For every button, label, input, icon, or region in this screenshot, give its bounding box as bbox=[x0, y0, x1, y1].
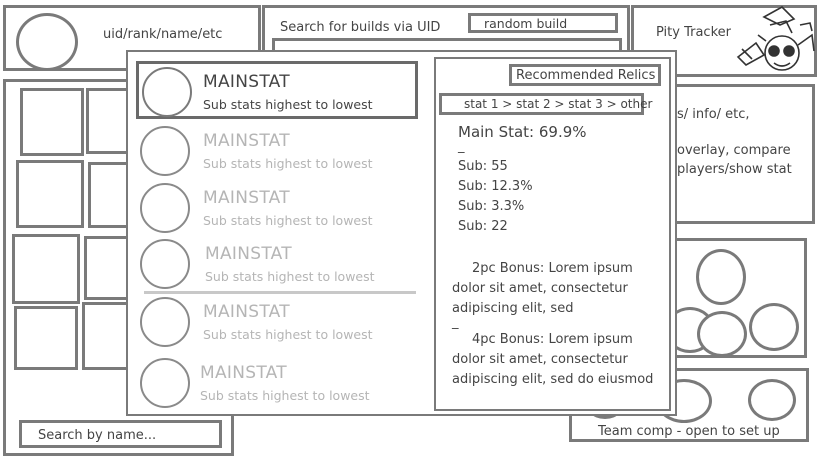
set-bonus-separator: _ bbox=[452, 315, 459, 330]
random-build-label: random build bbox=[484, 16, 568, 31]
relic-slot-2[interactable]: MAINSTAT Sub stats highest to lowest bbox=[136, 122, 416, 178]
recommended-relics-header: Recommended Relics bbox=[509, 64, 661, 86]
relic-mainstat: MAINSTAT bbox=[203, 131, 290, 151]
uid-search-label: Search for builds via UID bbox=[280, 20, 441, 35]
character-info-panel: s/ info/ etc, overlay, compare players/s… bbox=[660, 84, 815, 224]
mascot-doodle-icon bbox=[736, 6, 815, 71]
set-bonus-4pc: 4pc Bonus: Lorem ipsum dolor sit amet, c… bbox=[452, 332, 654, 387]
set-bonus-2pc: 2pc Bonus: Lorem ipsum dolor sit amet, c… bbox=[452, 261, 633, 316]
relic-overlay: MAINSTAT Sub stats highest to lowest MAI… bbox=[126, 50, 677, 416]
random-build-button[interactable]: random build bbox=[468, 13, 618, 33]
character-slot[interactable] bbox=[20, 88, 84, 156]
avatar[interactable] bbox=[16, 13, 78, 71]
relic-slot-1[interactable]: MAINSTAT Sub stats highest to lowest bbox=[136, 61, 418, 119]
relic-slot-6[interactable]: MAINSTAT Sub stats highest to lowest bbox=[136, 354, 416, 410]
relic-circle[interactable] bbox=[749, 303, 799, 351]
main-stat-value: Main Stat: 69.9% bbox=[458, 123, 587, 141]
relic-substats: Sub stats highest to lowest bbox=[203, 213, 373, 228]
pity-tracker-label: Pity Tracker bbox=[656, 25, 731, 40]
info-line-2: overlay, compare bbox=[677, 143, 791, 158]
relic-icon bbox=[140, 183, 190, 233]
relic-substats: Sub stats highest to lowest bbox=[203, 156, 373, 171]
sub-stat-2: Sub: 12.3% bbox=[458, 179, 533, 194]
relic-substats: Sub stats highest to lowest bbox=[205, 269, 375, 284]
relic-circles-panel bbox=[665, 238, 807, 358]
relic-icon bbox=[140, 239, 190, 289]
name-search-input[interactable]: Search by name... bbox=[19, 420, 222, 448]
relic-mainstat: MAINSTAT bbox=[200, 363, 287, 383]
relic-mainstat: MAINSTAT bbox=[203, 302, 290, 322]
relic-substats: Sub stats highest to lowest bbox=[203, 327, 373, 342]
character-slot[interactable] bbox=[14, 306, 78, 370]
relic-icon bbox=[140, 358, 190, 408]
relic-circle[interactable] bbox=[696, 249, 746, 305]
info-line-3: players/show stat bbox=[677, 162, 792, 177]
team-comp-label: Team comp - open to set up bbox=[598, 424, 780, 439]
stat-priority-bar: stat 1 > stat 2 > stat 3 > other bbox=[439, 93, 652, 115]
profile-info-text: uid/rank/name/etc bbox=[103, 27, 223, 42]
main-stat-separator: _ bbox=[458, 139, 465, 154]
relic-circle[interactable] bbox=[697, 311, 747, 357]
stat-priority-text: stat 1 > stat 2 > stat 3 > other bbox=[464, 97, 653, 111]
character-slot[interactable] bbox=[12, 234, 80, 304]
team-member-circle[interactable] bbox=[748, 379, 796, 421]
sub-stat-3: Sub: 3.3% bbox=[458, 199, 525, 214]
relic-mainstat: MAINSTAT bbox=[203, 72, 290, 92]
relic-icon bbox=[142, 67, 192, 117]
relic-mainstat: MAINSTAT bbox=[203, 188, 290, 208]
relic-icon bbox=[140, 297, 190, 347]
recommended-relics-title: Recommended Relics bbox=[516, 68, 656, 83]
relic-icon bbox=[140, 126, 190, 176]
sub-stat-1: Sub: 55 bbox=[458, 159, 508, 174]
relic-substats: Sub stats highest to lowest bbox=[203, 97, 373, 112]
relic-slot-3[interactable]: MAINSTAT Sub stats highest to lowest bbox=[136, 179, 416, 235]
relic-substats: Sub stats highest to lowest bbox=[200, 388, 370, 403]
info-line-1: s/ info/ etc, bbox=[677, 107, 750, 122]
relic-mainstat: MAINSTAT bbox=[205, 244, 292, 264]
relic-slot-4[interactable]: MAINSTAT Sub stats highest to lowest bbox=[136, 235, 416, 291]
sub-stat-4: Sub: 22 bbox=[458, 219, 508, 234]
relic-slot-5[interactable]: MAINSTAT Sub stats highest to lowest bbox=[136, 293, 416, 349]
character-slot[interactable] bbox=[16, 160, 84, 228]
recommended-relics-panel: Recommended Relics stat 1 > stat 2 > sta… bbox=[434, 57, 671, 411]
name-search-placeholder: Search by name... bbox=[38, 428, 157, 443]
